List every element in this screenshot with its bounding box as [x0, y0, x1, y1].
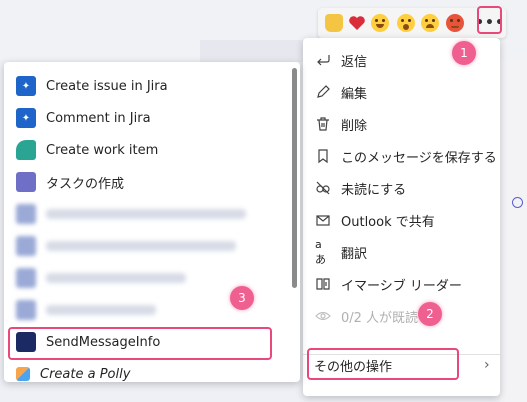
menu-item-mark-unread[interactable]: 未読にする: [303, 172, 500, 204]
submenu-item-label: タスクの作成: [46, 176, 125, 192]
highlight-more-actions: [307, 348, 459, 380]
menu-item-delete[interactable]: 削除: [303, 108, 500, 140]
submenu-item-blurred[interactable]: [4, 198, 300, 230]
menu-item-label: 翻訳: [341, 246, 368, 262]
surprised-reaction-icon[interactable]: [397, 14, 415, 32]
menu-item-label: このメッセージを保存する: [341, 150, 497, 166]
mail-icon: [315, 212, 331, 228]
like-reaction-icon[interactable]: [325, 14, 343, 32]
submenu-item-blurred[interactable]: [4, 294, 300, 326]
step-badge-3: 3: [230, 286, 254, 310]
work-item-icon: [16, 140, 36, 160]
heart-reaction-icon[interactable]: [348, 14, 366, 32]
polly-icon: [16, 367, 30, 381]
edit-icon: [315, 84, 331, 100]
menu-item-label: 返信: [341, 54, 368, 70]
message-context-menu: 返信 編集 削除 このメッセージを保存する 未読にする Outlook で共有 …: [303, 38, 500, 396]
delete-icon: [315, 116, 331, 132]
sad-reaction-icon[interactable]: [421, 14, 439, 32]
immersive-reader-icon: [315, 276, 331, 292]
chevron-right-icon: ›: [484, 357, 490, 373]
task-icon: [16, 172, 36, 192]
menu-item-translate[interactable]: aあ 翻訳: [303, 236, 500, 268]
menu-item-label: 削除: [341, 118, 368, 134]
menu-item-label: 0/2 人が既読: [341, 310, 419, 326]
submenu-item-create-polly[interactable]: Create a Polly: [4, 358, 300, 382]
eye-icon: [315, 308, 331, 324]
step-badge-1: 1: [452, 41, 476, 65]
menu-item-label: 編集: [341, 86, 368, 102]
submenu-item-label: Create work item: [46, 142, 159, 158]
read-receipt-icon: [512, 197, 523, 208]
app-icon: [16, 204, 36, 224]
blurred-label: [46, 241, 236, 251]
menu-item-edit[interactable]: 編集: [303, 76, 500, 108]
blurred-label: [46, 209, 246, 219]
highlight-more-options: [477, 6, 502, 34]
angry-reaction-icon[interactable]: [446, 14, 464, 32]
submenu-item-blurred[interactable]: [4, 230, 300, 262]
submenu-item-create-work-item[interactable]: Create work item: [4, 134, 300, 166]
jira-icon: ✦: [16, 108, 36, 128]
menu-item-label: イマーシブ リーダー: [341, 278, 462, 294]
submenu-item-create-jira-issue[interactable]: ✦ Create issue in Jira: [4, 70, 300, 102]
menu-item-share-outlook[interactable]: Outlook で共有: [303, 204, 500, 236]
translate-icon: aあ: [315, 237, 326, 266]
background-band: [200, 40, 320, 62]
reply-icon: [315, 52, 331, 68]
blurred-label: [46, 305, 156, 315]
menu-item-label: Outlook で共有: [341, 214, 435, 230]
app-icon: [16, 268, 36, 288]
app-icon: [16, 300, 36, 320]
laugh-reaction-icon[interactable]: [371, 14, 389, 32]
menu-item-save[interactable]: このメッセージを保存する: [303, 140, 500, 172]
submenu-scrollbar[interactable]: [292, 68, 297, 288]
bookmark-icon: [315, 148, 331, 164]
menu-item-label: 未読にする: [341, 182, 407, 198]
menu-item-immersive-reader[interactable]: イマーシブ リーダー: [303, 268, 500, 300]
submenu-item-comment-jira[interactable]: ✦ Comment in Jira: [4, 102, 300, 134]
menu-item-read-status: 0/2 人が既読: [303, 300, 500, 332]
submenu-item-blurred[interactable]: [4, 262, 300, 294]
jira-icon: ✦: [16, 76, 36, 96]
mark-unread-icon: [315, 180, 331, 196]
submenu-item-label: Create a Polly: [40, 366, 131, 382]
background-right: [500, 60, 527, 402]
step-badge-2: 2: [418, 302, 442, 326]
submenu-item-label: Comment in Jira: [46, 110, 151, 126]
submenu-item-create-task[interactable]: タスクの作成: [4, 166, 300, 198]
app-icon: [16, 236, 36, 256]
blurred-label: [46, 273, 186, 283]
submenu-item-label: Create issue in Jira: [46, 78, 168, 94]
highlight-send-message-info: [8, 327, 272, 360]
